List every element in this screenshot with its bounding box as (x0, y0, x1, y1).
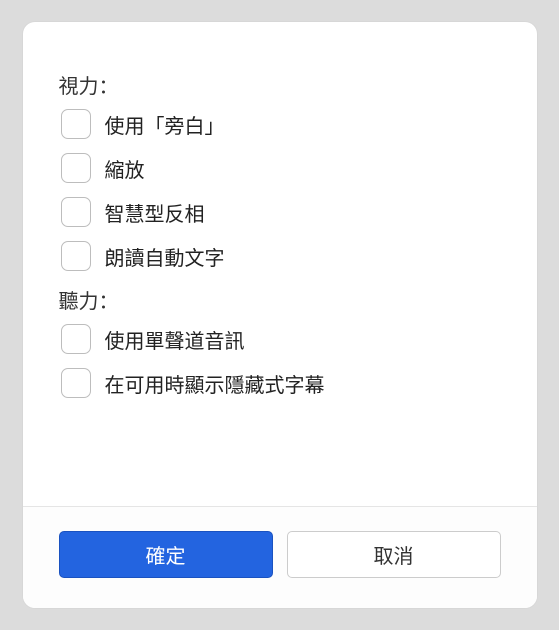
option-label: 在可用時顯示隱藏式字幕 (105, 369, 325, 398)
option-row-closed-captions: 在可用時顯示隱藏式字幕 (59, 368, 501, 398)
option-row-zoom: 縮放 (59, 153, 501, 183)
checkbox-smart-invert[interactable] (61, 197, 91, 227)
checkbox-zoom[interactable] (61, 153, 91, 183)
hearing-section-label: 聽力： (59, 285, 501, 314)
option-row-voiceover: 使用「旁白」 (59, 109, 501, 139)
option-label: 智慧型反相 (105, 198, 205, 227)
vision-section-label: 視力： (59, 70, 501, 99)
dialog-content: 視力： 使用「旁白」 縮放 智慧型反相 朗讀自動文字 聽力： 使用單聲道音訊 在… (23, 22, 537, 506)
dialog-footer: 確定 取消 (23, 506, 537, 608)
checkbox-closed-captions[interactable] (61, 368, 91, 398)
checkbox-speak-auto-text[interactable] (61, 241, 91, 271)
checkbox-mono-audio[interactable] (61, 324, 91, 354)
confirm-button[interactable]: 確定 (59, 531, 273, 578)
option-label: 使用「旁白」 (105, 110, 225, 139)
checkbox-voiceover[interactable] (61, 109, 91, 139)
accessibility-dialog: 視力： 使用「旁白」 縮放 智慧型反相 朗讀自動文字 聽力： 使用單聲道音訊 在… (23, 22, 537, 608)
option-label: 縮放 (105, 154, 145, 183)
option-row-mono-audio: 使用單聲道音訊 (59, 324, 501, 354)
option-label: 使用單聲道音訊 (105, 325, 245, 354)
cancel-button[interactable]: 取消 (287, 531, 501, 578)
option-row-speak-auto-text: 朗讀自動文字 (59, 241, 501, 271)
option-label: 朗讀自動文字 (105, 242, 225, 271)
option-row-smart-invert: 智慧型反相 (59, 197, 501, 227)
